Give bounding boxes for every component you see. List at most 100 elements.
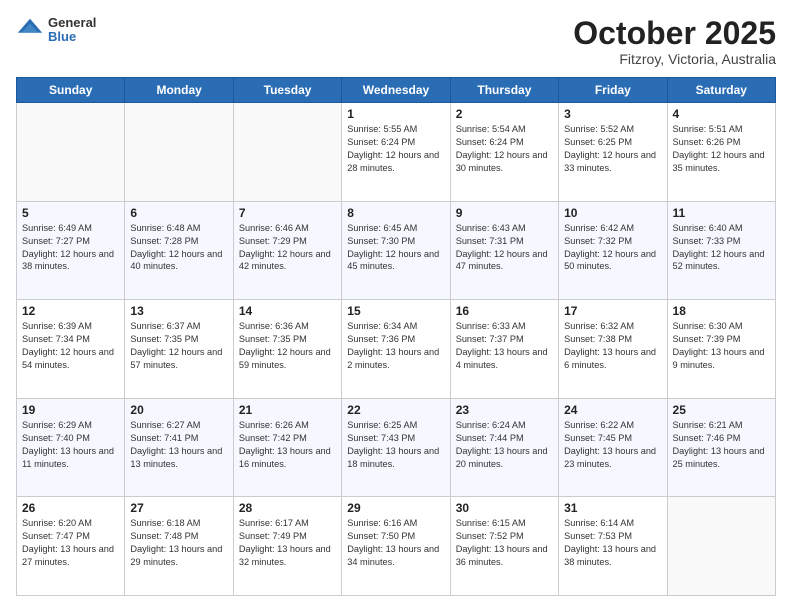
day-info: Sunrise: 5:51 AM Sunset: 6:26 PM Dayligh… [673,123,770,175]
calendar-cell-w1-d7: 4 Sunrise: 5:51 AM Sunset: 6:26 PM Daylig… [667,103,775,202]
day-info: Sunrise: 6:30 AM Sunset: 7:39 PM Dayligh… [673,320,770,372]
day-info: Sunrise: 6:43 AM Sunset: 7:31 PM Dayligh… [456,222,553,274]
day-info: Sunrise: 6:29 AM Sunset: 7:40 PM Dayligh… [22,419,119,471]
header-tuesday: Tuesday [233,78,341,103]
day-number: 3 [564,107,661,121]
calendar-cell-w2-d6: 10 Sunrise: 6:42 AM Sunset: 7:32 PM Dayli… [559,201,667,300]
day-number: 30 [456,501,553,515]
day-number: 26 [22,501,119,515]
day-info: Sunrise: 6:16 AM Sunset: 7:50 PM Dayligh… [347,517,444,569]
logo-blue: Blue [48,30,96,44]
day-info: Sunrise: 5:55 AM Sunset: 6:24 PM Dayligh… [347,123,444,175]
calendar-cell-w3-d5: 16Sunrise: 6:33 AM Sunset: 7:37 PM Dayli… [450,300,558,399]
day-number: 2 [456,107,553,121]
calendar-cell-w4-d2: 20 Sunrise: 6:27 AM Sunset: 7:41 PM Dayli… [125,398,233,497]
day-number: 17 [564,304,661,318]
day-info: Sunrise: 6:36 AM Sunset: 7:35 PM Dayligh… [239,320,336,372]
calendar-cell-w2-d7: 11Sunrise: 6:40 AM Sunset: 7:33 PM Dayli… [667,201,775,300]
calendar-cell-w2-d5: 9Sunrise: 6:43 AM Sunset: 7:31 PM Daylig… [450,201,558,300]
header-saturday: Saturday [667,78,775,103]
day-number: 1 [347,107,444,121]
day-info: Sunrise: 6:22 AM Sunset: 7:45 PM Dayligh… [564,419,661,471]
calendar-cell-w5-d2: 27 Sunrise: 6:18 AM Sunset: 7:48 PM Dayli… [125,497,233,596]
day-info: Sunrise: 6:27 AM Sunset: 7:41 PM Dayligh… [130,419,227,471]
day-info: Sunrise: 6:42 AM Sunset: 7:32 PM Dayligh… [564,222,661,274]
day-number: 5 [22,206,119,220]
day-number: 29 [347,501,444,515]
logo: General Blue [16,16,96,45]
week-row-5: 26Sunrise: 6:20 AM Sunset: 7:47 PM Dayli… [17,497,776,596]
day-number: 28 [239,501,336,515]
day-info: Sunrise: 6:17 AM Sunset: 7:49 PM Dayligh… [239,517,336,569]
calendar-cell-w2-d4: 8 Sunrise: 6:45 AM Sunset: 7:30 PM Daylig… [342,201,450,300]
day-number: 11 [673,206,770,220]
day-number: 19 [22,403,119,417]
day-number: 27 [130,501,227,515]
header-thursday: Thursday [450,78,558,103]
week-row-3: 12 Sunrise: 6:39 AM Sunset: 7:34 PM Dayli… [17,300,776,399]
calendar-cell-w3-d4: 15 Sunrise: 6:34 AM Sunset: 7:36 PM Dayli… [342,300,450,399]
calendar-cell-w5-d5: 30Sunrise: 6:15 AM Sunset: 7:52 PM Dayli… [450,497,558,596]
calendar-cell-w2-d2: 6Sunrise: 6:48 AM Sunset: 7:28 PM Daylig… [125,201,233,300]
header-wednesday: Wednesday [342,78,450,103]
page: General Blue October 2025 Fitzroy, Victo… [0,0,792,612]
day-info: Sunrise: 6:49 AM Sunset: 7:27 PM Dayligh… [22,222,119,274]
day-info: Sunrise: 6:46 AM Sunset: 7:29 PM Dayligh… [239,222,336,274]
week-row-2: 5 Sunrise: 6:49 AM Sunset: 7:27 PM Daylig… [17,201,776,300]
calendar-cell-w3-d2: 13Sunrise: 6:37 AM Sunset: 7:35 PM Dayli… [125,300,233,399]
day-number: 15 [347,304,444,318]
calendar-cell-w5-d7 [667,497,775,596]
calendar-table: Sunday Monday Tuesday Wednesday Thursday… [16,77,776,596]
calendar-cell-w4-d5: 23 Sunrise: 6:24 AM Sunset: 7:44 PM Dayli… [450,398,558,497]
day-info: Sunrise: 6:26 AM Sunset: 7:42 PM Dayligh… [239,419,336,471]
week-row-4: 19 Sunrise: 6:29 AM Sunset: 7:40 PM Dayli… [17,398,776,497]
logo-general: General [48,16,96,30]
day-number: 24 [564,403,661,417]
logo-icon [16,16,44,44]
day-number: 22 [347,403,444,417]
header-monday: Monday [125,78,233,103]
day-number: 7 [239,206,336,220]
day-info: Sunrise: 6:24 AM Sunset: 7:44 PM Dayligh… [456,419,553,471]
day-info: Sunrise: 5:54 AM Sunset: 6:24 PM Dayligh… [456,123,553,175]
calendar-cell-w4-d1: 19 Sunrise: 6:29 AM Sunset: 7:40 PM Dayli… [17,398,125,497]
day-info: Sunrise: 6:21 AM Sunset: 7:46 PM Dayligh… [673,419,770,471]
calendar-cell-w4-d4: 22 Sunrise: 6:25 AM Sunset: 7:43 PM Dayli… [342,398,450,497]
calendar-cell-w4-d7: 25Sunrise: 6:21 AM Sunset: 7:46 PM Dayli… [667,398,775,497]
day-info: Sunrise: 6:34 AM Sunset: 7:36 PM Dayligh… [347,320,444,372]
day-number: 23 [456,403,553,417]
calendar-cell-w1-d3 [233,103,341,202]
calendar-cell-w1-d6: 3 Sunrise: 5:52 AM Sunset: 6:25 PM Daylig… [559,103,667,202]
day-info: Sunrise: 6:33 AM Sunset: 7:37 PM Dayligh… [456,320,553,372]
header: General Blue October 2025 Fitzroy, Victo… [16,16,776,67]
day-number: 20 [130,403,227,417]
day-info: Sunrise: 5:52 AM Sunset: 6:25 PM Dayligh… [564,123,661,175]
calendar-cell-w5-d3: 28 Sunrise: 6:17 AM Sunset: 7:49 PM Dayli… [233,497,341,596]
day-number: 10 [564,206,661,220]
calendar-cell-w5-d6: 31Sunrise: 6:14 AM Sunset: 7:53 PM Dayli… [559,497,667,596]
calendar-cell-w2-d3: 7 Sunrise: 6:46 AM Sunset: 7:29 PM Daylig… [233,201,341,300]
calendar-cell-w3-d1: 12 Sunrise: 6:39 AM Sunset: 7:34 PM Dayli… [17,300,125,399]
header-sunday: Sunday [17,78,125,103]
day-info: Sunrise: 6:25 AM Sunset: 7:43 PM Dayligh… [347,419,444,471]
day-info: Sunrise: 6:37 AM Sunset: 7:35 PM Dayligh… [130,320,227,372]
calendar-cell-w4-d3: 21Sunrise: 6:26 AM Sunset: 7:42 PM Dayli… [233,398,341,497]
title-block: October 2025 Fitzroy, Victoria, Australi… [573,16,776,67]
calendar-cell-w3-d7: 18Sunrise: 6:30 AM Sunset: 7:39 PM Dayli… [667,300,775,399]
calendar-cell-w5-d1: 26Sunrise: 6:20 AM Sunset: 7:47 PM Dayli… [17,497,125,596]
day-info: Sunrise: 6:45 AM Sunset: 7:30 PM Dayligh… [347,222,444,274]
calendar-cell-w1-d4: 1 Sunrise: 5:55 AM Sunset: 6:24 PM Daylig… [342,103,450,202]
day-info: Sunrise: 6:18 AM Sunset: 7:48 PM Dayligh… [130,517,227,569]
day-number: 4 [673,107,770,121]
location-subtitle: Fitzroy, Victoria, Australia [573,51,776,67]
day-info: Sunrise: 6:32 AM Sunset: 7:38 PM Dayligh… [564,320,661,372]
calendar-cell-w4-d6: 24 Sunrise: 6:22 AM Sunset: 7:45 PM Dayli… [559,398,667,497]
calendar-cell-w1-d1 [17,103,125,202]
day-info: Sunrise: 6:39 AM Sunset: 7:34 PM Dayligh… [22,320,119,372]
calendar-cell-w2-d1: 5 Sunrise: 6:49 AM Sunset: 7:27 PM Daylig… [17,201,125,300]
logo-text: General Blue [48,16,96,45]
calendar-cell-w3-d6: 17 Sunrise: 6:32 AM Sunset: 7:38 PM Dayli… [559,300,667,399]
day-number: 12 [22,304,119,318]
day-number: 8 [347,206,444,220]
month-title: October 2025 [573,16,776,51]
